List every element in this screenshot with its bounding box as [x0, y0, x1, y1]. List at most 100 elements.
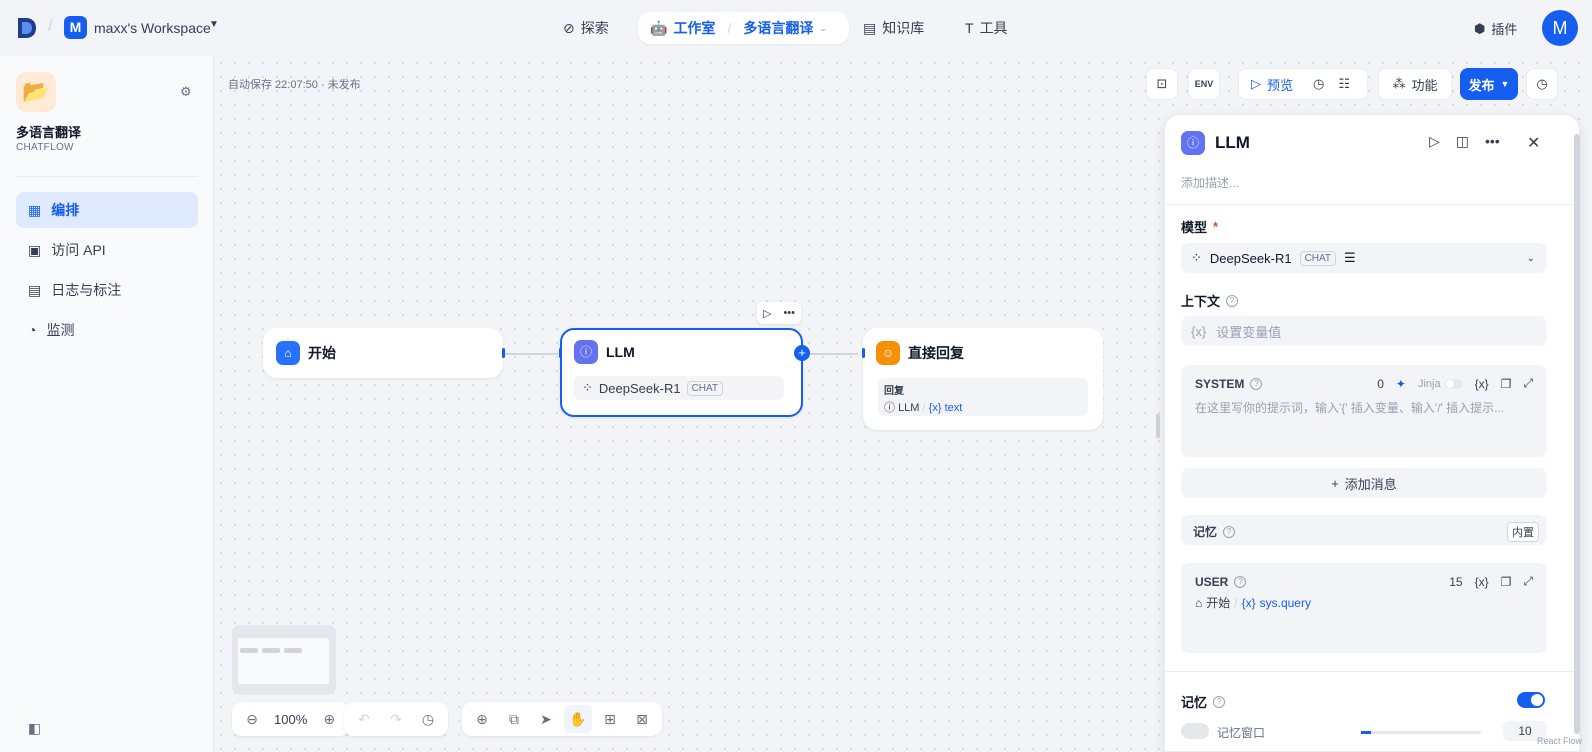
- chevron-down-icon[interactable]: ⌄: [819, 23, 827, 34]
- help-icon[interactable]: ?: [1213, 695, 1226, 708]
- sidebar-item-api[interactable]: ▣ 访问 API: [16, 232, 198, 268]
- zoom-in-icon[interactable]: ⊕: [315, 705, 343, 733]
- memory-window-toggle[interactable]: [1181, 723, 1209, 739]
- sidebar-item-monitor[interactable]: ◔ 监测: [16, 312, 198, 348]
- zoom-level[interactable]: 100%: [270, 712, 311, 727]
- system-prompt-editor[interactable]: SYSTEM ? 0 ✦ Jinja {x} ❐ ⤢ 在这里写你的提示词，输入'…: [1181, 365, 1547, 457]
- hand-icon[interactable]: ✋: [564, 705, 592, 733]
- nav-app-name[interactable]: 多语言翻译: [743, 18, 813, 38]
- run-history-icon[interactable]: ◷: [1313, 76, 1324, 92]
- node-start-output-handle[interactable]: [502, 348, 505, 358]
- panel-title[interactable]: LLM: [1215, 133, 1250, 153]
- nav-explore[interactable]: ⊘ 探索: [563, 12, 609, 44]
- play-icon[interactable]: ▷: [1251, 76, 1261, 92]
- context-variable-input[interactable]: {x} 设置变量值: [1181, 316, 1547, 346]
- add-note-icon[interactable]: ⧉: [500, 705, 528, 733]
- user-prompt-editor[interactable]: USER ? 15 {x} ❐ ⤢ ⌂ 开始 / {x} sys.query: [1181, 563, 1547, 653]
- panel-scrollbar[interactable]: [1574, 134, 1580, 734]
- nav-studio-label[interactable]: 工作室: [673, 18, 715, 38]
- dify-logo-icon[interactable]: [16, 16, 38, 40]
- add-message-button[interactable]: + 添加消息: [1181, 468, 1547, 498]
- expand-icon[interactable]: ⤢: [1523, 574, 1533, 589]
- react-flow-attribution[interactable]: React Flow: [1537, 736, 1582, 746]
- variable-icon[interactable]: {x}: [1475, 377, 1489, 391]
- organize-icon[interactable]: ⊠: [628, 705, 656, 733]
- split-view-icon[interactable]: ◫: [1456, 133, 1469, 150]
- sidebar-collapse-icon[interactable]: ◧: [28, 720, 41, 737]
- expand-icon[interactable]: ⤢: [1523, 376, 1533, 391]
- sparkle-icon[interactable]: ✦: [1396, 377, 1406, 391]
- home-icon: ⌂: [1195, 595, 1203, 610]
- add-node-plus-icon[interactable]: +: [794, 345, 810, 361]
- nav-tools[interactable]: T 工具: [965, 12, 1008, 44]
- nav-knowledge[interactable]: ▤ 知识库: [863, 12, 924, 44]
- workspace-name[interactable]: maxx's Workspace: [94, 20, 211, 36]
- close-icon[interactable]: ✕: [1527, 133, 1540, 153]
- settings-sliders-icon[interactable]: ☰: [1344, 250, 1356, 266]
- autosave-status: 自动保存 22:07:50 · 未发布: [228, 79, 361, 91]
- jinja-label: Jinja: [1417, 377, 1441, 390]
- redo-icon[interactable]: ↷: [382, 705, 410, 733]
- nav-studio[interactable]: 🤖 工作室 / 多语言翻译 ⌄: [638, 12, 849, 44]
- help-icon[interactable]: ?: [1234, 576, 1247, 588]
- memory-window-slider[interactable]: [1361, 731, 1481, 734]
- version-history-button[interactable]: ◷: [1526, 68, 1558, 100]
- checklist-icon[interactable]: ☷: [1338, 76, 1350, 92]
- node-start[interactable]: ⌂ 开始: [263, 328, 503, 378]
- help-icon[interactable]: ?: [1226, 294, 1239, 307]
- more-icon[interactable]: •••: [783, 307, 795, 319]
- description-input[interactable]: 添加描述...: [1181, 174, 1239, 191]
- node-llm-input-handle[interactable]: [559, 348, 562, 358]
- undo-icon[interactable]: ↶: [350, 705, 378, 733]
- play-icon[interactable]: ▷: [763, 307, 771, 320]
- features-button[interactable]: ⁂ 功能: [1378, 68, 1452, 100]
- node-direct-reply[interactable]: ☺ 直接回复 回复 ⓘ LLM / {x} text: [863, 328, 1103, 430]
- play-icon[interactable]: ▷: [1429, 133, 1440, 150]
- settings-sliders-icon[interactable]: ⚙: [180, 84, 192, 100]
- slider-fill: [1361, 731, 1371, 734]
- jinja-switch[interactable]: [1444, 378, 1463, 389]
- variable-icon[interactable]: {x}: [1475, 575, 1489, 589]
- minimap[interactable]: [232, 625, 336, 695]
- history-icon[interactable]: ◷: [414, 705, 442, 733]
- user-avatar[interactable]: M: [1542, 10, 1578, 46]
- more-icon[interactable]: •••: [1485, 133, 1500, 150]
- help-icon[interactable]: ?: [1250, 378, 1263, 390]
- help-icon[interactable]: ?: [1223, 525, 1236, 538]
- variable-name: sys.query: [1259, 595, 1311, 610]
- clipboard-icon[interactable]: ❐: [1501, 575, 1512, 589]
- sidebar-item-logs[interactable]: ▤ 日志与标注: [16, 272, 198, 308]
- chevron-down-icon[interactable]: ▼: [209, 19, 219, 30]
- divider: [1165, 204, 1579, 205]
- workspace-avatar[interactable]: M: [64, 16, 87, 39]
- variable-name: text: [944, 402, 963, 414]
- node-reply-input-handle[interactable]: [862, 348, 865, 358]
- user-variable-chip[interactable]: ⌂ 开始 / {x} sys.query: [1195, 594, 1311, 611]
- panel-resize-handle[interactable]: [1156, 414, 1160, 438]
- compass-icon: ⊘: [563, 19, 575, 36]
- memory-toggle[interactable]: [1517, 692, 1545, 708]
- export-image-icon[interactable]: ⊞: [596, 705, 624, 733]
- checklist-button[interactable]: ⊡: [1146, 68, 1178, 100]
- jinja-toggle[interactable]: Jinja: [1418, 378, 1463, 390]
- zoom-out-icon[interactable]: ⊖: [238, 705, 266, 733]
- node-actions: ▷ •••: [757, 302, 801, 324]
- plugins-button[interactable]: ⬢ 插件: [1474, 19, 1517, 38]
- home-icon: ⌂: [276, 341, 300, 365]
- preview-button[interactable]: 预览: [1267, 75, 1293, 94]
- publish-button[interactable]: 发布 ▼: [1460, 68, 1518, 100]
- sidebar-item-orchestrate[interactable]: ▦ 编排: [16, 192, 198, 228]
- variable-icon: {x}: [1241, 595, 1256, 610]
- llm-icon: ⓘ: [574, 340, 598, 364]
- node-llm[interactable]: ⓘ LLM ⁘ DeepSeek-R1 CHAT: [560, 328, 803, 417]
- source-node: LLM: [898, 402, 920, 414]
- context-placeholder: 设置变量值: [1216, 324, 1282, 340]
- env-button[interactable]: ENV: [1188, 68, 1220, 100]
- layout-icon: ▦: [28, 201, 42, 218]
- model-badge: CHAT: [686, 380, 724, 396]
- clipboard-icon[interactable]: ❐: [1501, 377, 1512, 391]
- add-node-icon[interactable]: ⊕: [468, 705, 496, 733]
- pointer-icon[interactable]: ➤: [532, 705, 560, 733]
- model-select[interactable]: ⁘ DeepSeek-R1 CHAT ☰ ⌄: [1181, 243, 1547, 273]
- file-list-icon: ▤: [28, 281, 42, 298]
